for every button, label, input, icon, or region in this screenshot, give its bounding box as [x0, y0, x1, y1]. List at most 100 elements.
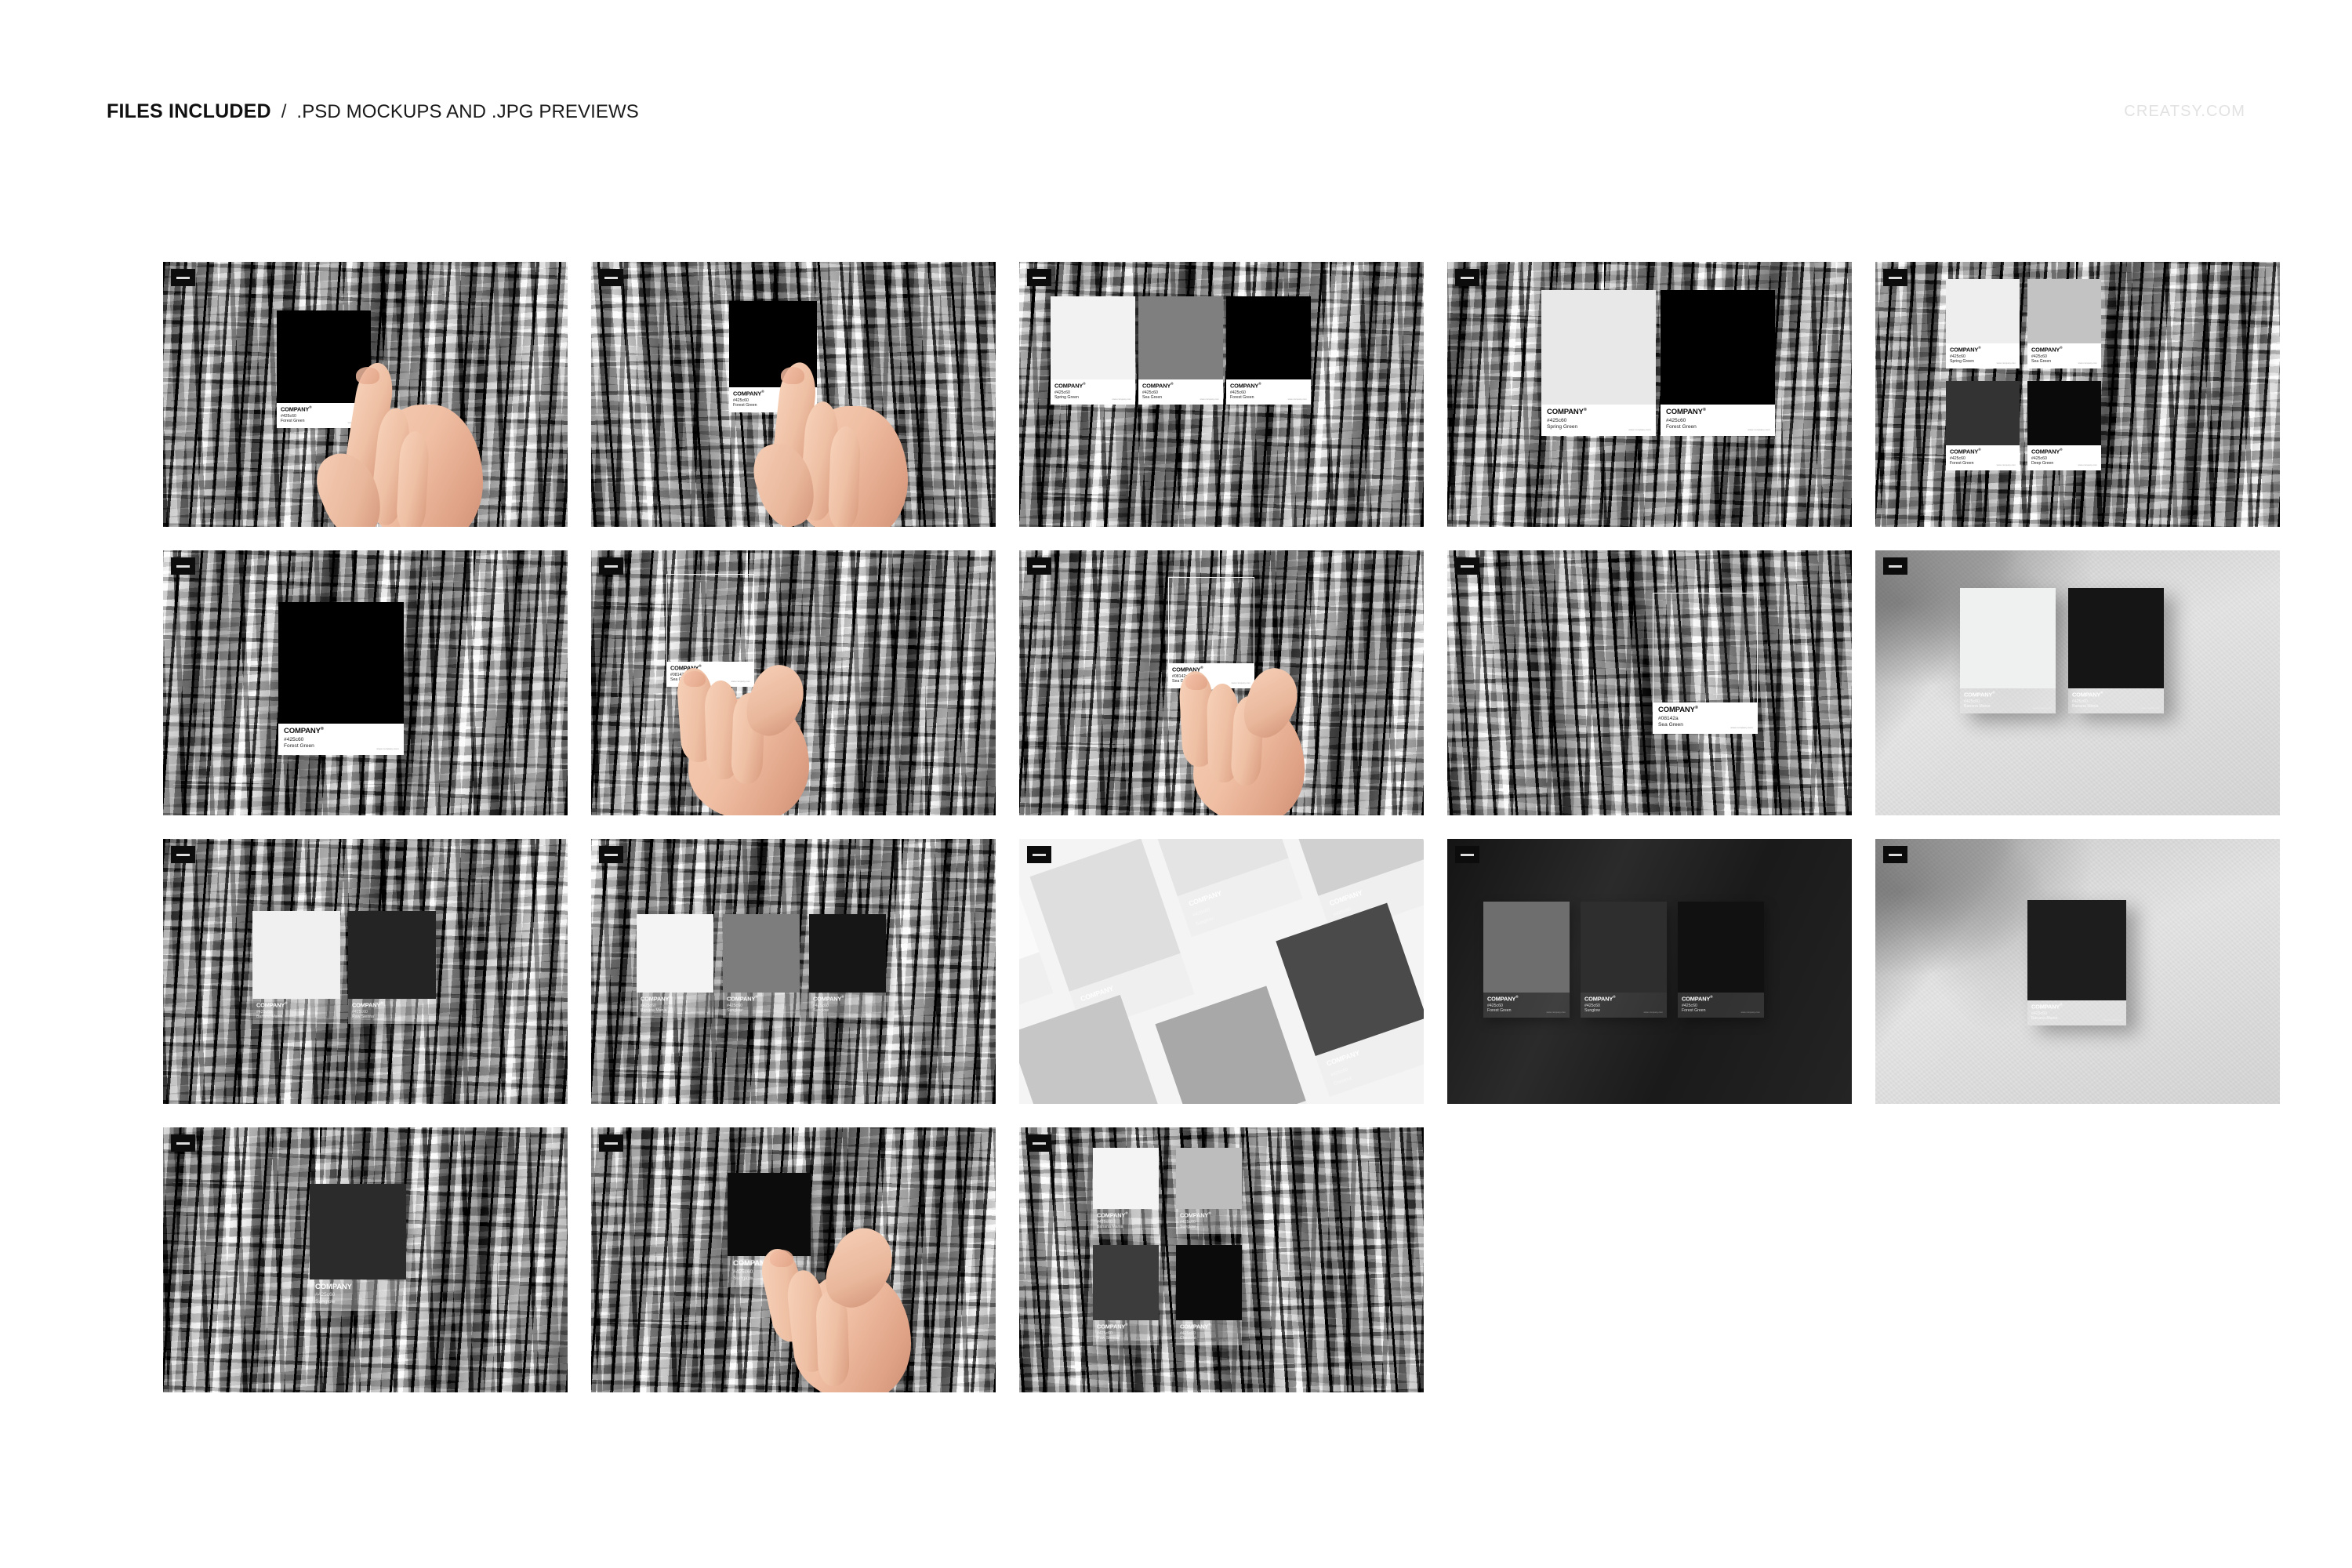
swatch-card[interactable]: COMPANY® #425c60 Forest Green www.compan…: [1678, 902, 1764, 1018]
thumbnail-t2[interactable]: COMPANY® #425c60 Forest Green www.compan…: [591, 262, 996, 527]
color-chip: [809, 914, 886, 993]
brand-watermark: CREATSY.COM: [2124, 103, 2245, 120]
color-chip: [723, 914, 800, 993]
thumbnail-t14[interactable]: COMPANY® #425c60 Forest Green www.compan…: [1447, 839, 1852, 1104]
swatch-card[interactable]: COMPANY® #425c60 Spring Green www.compan…: [1051, 296, 1135, 405]
card-label: COMPANY® #425c60 Spring Green www.compan…: [1946, 343, 2020, 369]
swatch-card[interactable]: COMPANY® #425c60 Raw Sienna www.company.…: [348, 911, 436, 1025]
swatch-card[interactable]: COMPANY® #425c60 Forest Green www.compan…: [278, 602, 404, 755]
swatch-card[interactable]: COMPANY® #425c60 Chestnut www.company.co…: [1176, 1245, 1242, 1346]
swatch-card[interactable]: COMPANY® #425c60 Banana Mania www.compan…: [1093, 1148, 1159, 1235]
card-label: COMPANY® #08142a Sea Green www.company.c…: [666, 662, 754, 688]
swatch-card[interactable]: COMPANY® #425c60 Sea Green www.company.c…: [2027, 279, 2101, 369]
thumbnail-t13[interactable]: COMPANY#425c60Banana Mania COMPANY#425c6…: [1019, 839, 1424, 1104]
swatch-card[interactable]: COMPANY® #425c60 Forest Green www.compan…: [1946, 381, 2020, 471]
card-hex: #425c60: [1180, 1219, 1196, 1225]
thumbnail-t7[interactable]: COMPANY® #08142a Sea Green www.company.c…: [591, 550, 996, 815]
thumbnail-t15[interactable]: COMPANY® #425c60 Banana Mania www.compan…: [1875, 839, 2280, 1104]
thumbnail-t1[interactable]: COMPANY® #425c60 Forest Green www.compan…: [163, 262, 568, 527]
card-url: www.company.com: [2078, 362, 2097, 365]
thumbnail-t10[interactable]: COMPANY® #425c60 Banana Mania www.compan…: [1875, 550, 2280, 815]
swatch-card[interactable]: COMPANY® #425c60 Banana Mania www.compan…: [2068, 588, 2164, 714]
swatch-card[interactable]: COMPANY® #425c60 Sunglow www.company.com: [1581, 902, 1667, 1018]
color-chip: [2027, 381, 2101, 445]
thumbnail-t4[interactable]: COMPANY® #425c60 Spring Green www.compan…: [1447, 262, 1852, 527]
swatch-card[interactable]: COMPANY® #08142a Sea Green www.company.c…: [1653, 593, 1758, 734]
card-hex: #425c60: [1964, 699, 1980, 704]
swatch-card[interactable]: COMPANY® #425c60 Deep Green www.company.…: [2027, 381, 2101, 471]
card-hex: #425c60: [256, 1009, 272, 1014]
card-hex: #08142a: [670, 672, 687, 677]
thumbnail-t8[interactable]: COMPANY® #08142a Sea Green www.company.c…: [1019, 550, 1424, 815]
card-company: COMPANY: [315, 1283, 352, 1291]
swatch-card[interactable]: COMPANY® #425c60 Forest Green www.compan…: [1661, 290, 1775, 436]
color-chip: [728, 1173, 811, 1256]
swatch-card[interactable]: COMPANY® #425c60 Banana Mania www.compan…: [252, 911, 340, 1025]
card-hex: #425c60: [1584, 1003, 1600, 1008]
swatch-card[interactable]: COMPANY® #425c60 Sunglow www.company.com: [809, 914, 886, 1018]
swatch-card[interactable]: COMPANY #425c60 Sunglow www.company.com: [310, 1184, 406, 1311]
swatch-card[interactable]: COMPANY® #425c60 Forest Green www.compan…: [277, 310, 371, 429]
thumbnail-t16[interactable]: COMPANY #425c60 Sunglow www.company.com: [163, 1127, 568, 1392]
thumbnail-t5[interactable]: COMPANY® #425c60 Spring Green www.compan…: [1875, 262, 2280, 527]
card-label: COMPANY® #425c60 Sunglow www.company.com: [1176, 1209, 1242, 1235]
card-label: COMPANY® #425c60 Forest Green www.compan…: [1661, 405, 1775, 436]
card-url: www.company.com: [1628, 427, 1651, 431]
swatch-card[interactable]: COMPANY® #425c60 Forest Green www.compan…: [1226, 296, 1311, 405]
thumbnail-t17[interactable]: COMPANY® #425c60 Sunglow www.company.com: [591, 1127, 996, 1392]
swatch-card[interactable]: COMPANY® #08142a Sea Green www.company.c…: [666, 574, 754, 688]
swatch-card[interactable]: COMPANY® #425c60 Banana Mania www.compan…: [2027, 900, 2126, 1026]
card-hex: #425c60: [1142, 390, 1158, 395]
swatch-card[interactable]: COMPANY® #425c60 Spring Green www.compan…: [1946, 279, 2020, 369]
swatch-card[interactable]: COMPANY® #425c60 Sea Green www.company.c…: [1138, 296, 1223, 405]
card-label: COMPANY® #425c60 Sunglow www.company.com: [809, 993, 886, 1018]
thumbnail-t11[interactable]: COMPANY® #425c60 Banana Mania www.compan…: [163, 839, 568, 1104]
swatch-card[interactable]: COMPANY® #425c60 Banana Mania www.compan…: [637, 914, 713, 1018]
card-company: COMPANY®: [641, 995, 672, 1003]
swatch-card[interactable]: COMPANY® #425c60 Forest Green www.compan…: [729, 301, 817, 413]
logo-badge-icon: [599, 269, 623, 286]
color-chip: [277, 310, 371, 403]
mockup-preview-grid: COMPANY® #425c60 Forest Green www.compan…: [163, 262, 2280, 1416]
swatch-card[interactable]: COMPANY® #425c60 Sunglow www.company.com: [1176, 1148, 1242, 1235]
card-url: www.company.com: [379, 1302, 401, 1306]
card-company: COMPANY®: [1097, 1211, 1128, 1219]
color-chip: [729, 301, 817, 387]
card-company: COMPANY®: [733, 390, 764, 397]
thumbnail-t12[interactable]: COMPANY® #425c60 Banana Mania www.compan…: [591, 839, 996, 1104]
color-chip: [252, 911, 340, 999]
color-chip: [1176, 1148, 1242, 1209]
card-url: www.company.com: [793, 406, 813, 409]
header-separator: /: [281, 101, 287, 122]
card-label: COMPANY® #425c60 Sea Green www.company.c…: [1138, 379, 1223, 405]
grid-row: COMPANY® #425c60 Forest Green www.compan…: [163, 262, 2280, 527]
card-company: COMPANY®: [1054, 382, 1086, 390]
card-hex: #425c60: [1097, 1219, 1112, 1225]
swatch-card[interactable]: COMPANY® #425c60 Sunglow www.company.com: [723, 914, 800, 1018]
swatch-card[interactable]: COMPANY® #425c60 Forest Green www.compan…: [1483, 902, 1570, 1018]
color-chip: [1093, 1245, 1159, 1320]
swatch-card[interactable]: COMPANY® #425c60 Sunglow www.company.com: [728, 1173, 811, 1287]
card-company: COMPANY®: [2072, 691, 2103, 699]
card-company: COMPANY®: [1230, 382, 1261, 390]
thumbnail-t3[interactable]: COMPANY® #425c60 Spring Green www.compan…: [1019, 262, 1424, 527]
card-company: COMPANY®: [2031, 448, 2063, 456]
logo-badge-icon: [599, 846, 623, 863]
swatch-card[interactable]: COMPANY® #425c60 Banana Mania www.compan…: [1960, 588, 2056, 714]
thumbnail-t6[interactable]: COMPANY® #425c60 Forest Green www.compan…: [163, 550, 568, 815]
thumbnail-t18[interactable]: COMPANY® #425c60 Banana Mania www.compan…: [1019, 1127, 1424, 1392]
card-company: COMPANY®: [1547, 408, 1587, 417]
card-company: COMPANY®: [733, 1259, 773, 1269]
thumbnail-t9[interactable]: COMPANY® #08142a Sea Green www.company.c…: [1447, 550, 1852, 815]
card-label: COMPANY® #425c60 Sunglow www.company.com: [723, 993, 800, 1018]
card-label: COMPANY® #425c60 Forest Green www.compan…: [277, 403, 371, 429]
swatch-card[interactable]: COMPANY® #425c60 Spring Green www.compan…: [1541, 290, 1656, 436]
card-company: COMPANY®: [670, 664, 702, 672]
swatch-card[interactable]: COMPANY® #425c60 Raw Sienna www.company.…: [1093, 1245, 1159, 1346]
color-chip: [1581, 902, 1667, 993]
card-url: www.company.com: [731, 681, 750, 684]
card-label: COMPANY® #425c60 Sunglow www.company.com: [728, 1256, 811, 1287]
swatch-card[interactable]: COMPANY® #08142a Sea Green www.company.c…: [1168, 577, 1254, 689]
card-label: COMPANY® #425c60 Forest Green www.compan…: [1946, 445, 2020, 471]
card-url: www.company.com: [1231, 682, 1250, 685]
